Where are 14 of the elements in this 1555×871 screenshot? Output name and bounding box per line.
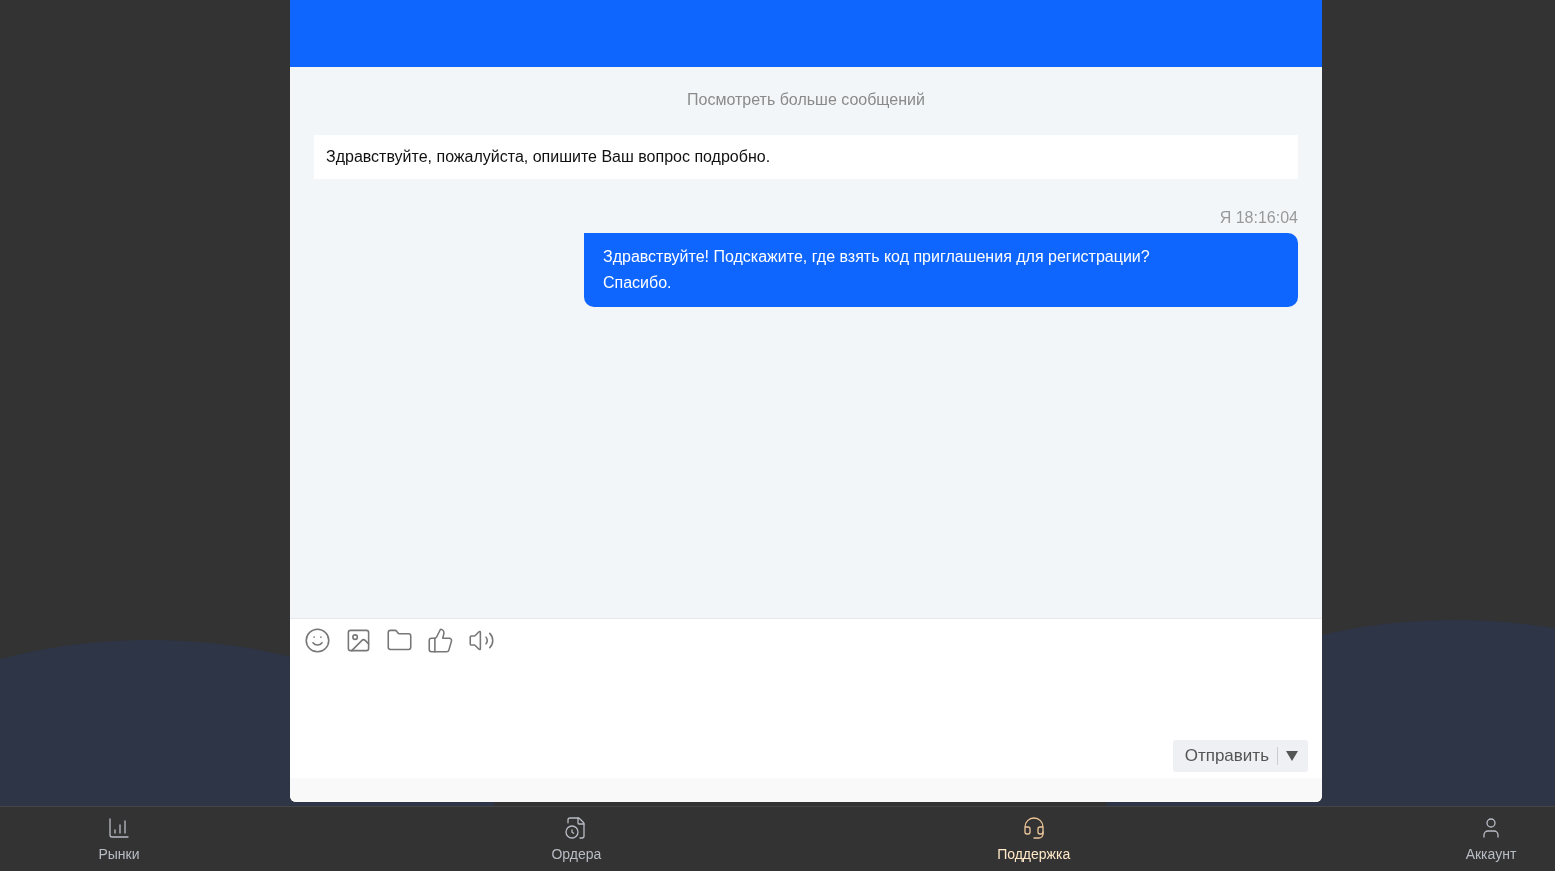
agent-message: Здравствуйте, пожалуйста, опишите Ваш вопрос подробно. <box>314 135 1298 179</box>
message-meta: Я 18:16:04 <box>1219 209 1298 227</box>
user-message: Здравствуйте! Подскажите, где взять код приглашения для регистрации? Спасибо. <box>584 233 1298 307</box>
thumbs-up-icon[interactable] <box>427 627 454 654</box>
headset-icon <box>1021 816 1046 840</box>
image-icon[interactable] <box>345 627 372 654</box>
smiley-icon[interactable] <box>304 627 331 654</box>
chart-icon <box>107 816 131 840</box>
nav-tab[interactable]: Рынки <box>79 807 159 871</box>
nav-tab[interactable]: Аккаунт <box>1451 807 1531 871</box>
nav-tab[interactable]: Ордера <box>536 807 617 871</box>
send-button[interactable]: Отправить <box>1172 740 1308 772</box>
caret-icon <box>1286 751 1298 761</box>
nav-tab[interactable]: Поддержка <box>993 807 1074 871</box>
